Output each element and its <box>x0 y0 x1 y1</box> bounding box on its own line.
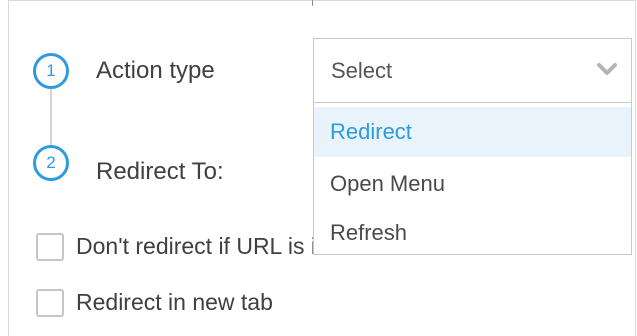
action-type-label: Action type <box>96 57 215 84</box>
divider <box>312 0 313 6</box>
step-connector <box>50 89 52 145</box>
step-1-badge: 1 <box>33 53 69 89</box>
redirect-new-tab-checkbox[interactable] <box>36 289 64 317</box>
action-type-dropdown: Redirect Open Menu Refresh <box>313 102 632 255</box>
chevron-down-icon[interactable] <box>597 61 617 77</box>
option-redirect[interactable]: Redirect <box>314 107 631 157</box>
option-open-menu[interactable]: Open Menu <box>314 159 631 209</box>
action-type-select[interactable]: Select <box>313 38 632 102</box>
option-refresh[interactable]: Refresh <box>314 208 631 258</box>
dont-redirect-identical-checkbox[interactable] <box>36 233 64 261</box>
redirect-new-tab-label: Redirect in new tab <box>76 289 273 315</box>
action-type-select-value: Select <box>331 58 393 83</box>
step-2-badge: 2 <box>33 145 69 181</box>
redirect-to-label: Redirect To: <box>96 158 224 185</box>
